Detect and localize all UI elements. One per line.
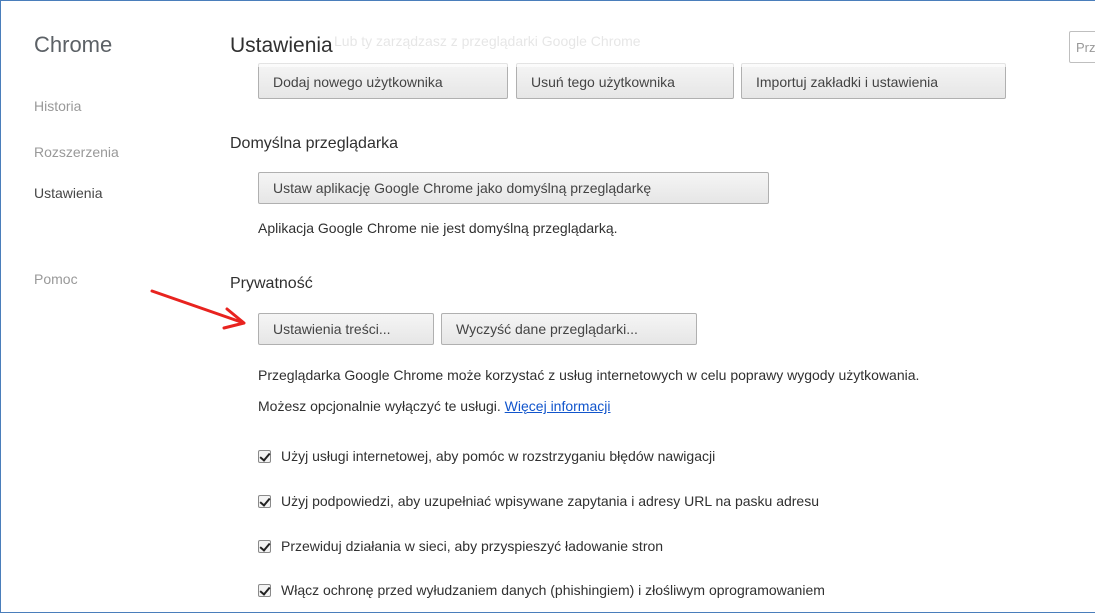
checkbox-row-suggestions[interactable]: Użyj podpowiedzi, aby uzupełniać wpisywa… [258, 493, 819, 509]
default-browser-status: Aplikacja Google Chrome nie jest domyśln… [258, 220, 618, 236]
sidebar-item-rozszerzenia[interactable]: Rozszerzenia [34, 144, 119, 160]
search-input[interactable]: Prze [1069, 31, 1095, 63]
checkbox-label: Użyj podpowiedzi, aby uzupełniać wpisywa… [281, 493, 820, 509]
checkbox-row-predict-network[interactable]: Przewiduj działania w sieci, aby przyspi… [258, 538, 663, 554]
sidebar-item-historia[interactable]: Historia [34, 98, 81, 114]
checkbox-suggestions[interactable] [258, 495, 271, 508]
privacy-description-line1: Przeglądarka Google Chrome może korzysta… [258, 367, 920, 383]
checkbox-row-navigation-errors[interactable]: Użyj usługi internetowej, aby pomóc w ro… [258, 448, 715, 464]
checkbox-label: Użyj usługi internetowej, aby pomóc w ro… [281, 448, 716, 464]
checkbox-predict-network[interactable] [258, 540, 271, 553]
section-default-browser-heading: Domyślna przeglądarka [230, 135, 399, 152]
checkbox-navigation-errors[interactable] [258, 450, 271, 463]
header-ghost-text: Lub ty zarządzasz z przeglądarki Google … [334, 33, 641, 49]
sidebar-brand: Chrome [34, 32, 113, 57]
checkbox-row-phishing-protection[interactable]: Włącz ochronę przed wyłudzaniem danych (… [258, 582, 825, 598]
privacy-description-line2: Możesz opcjonalnie wyłączyć te usługi. W… [258, 398, 610, 414]
set-default-browser-button[interactable]: Ustaw aplikację Google Chrome jako domyś… [258, 172, 769, 204]
sidebar-item-ustawienia[interactable]: Ustawienia [34, 185, 102, 201]
red-arrow-icon [150, 289, 246, 330]
remove-user-button[interactable]: Usuń tego użytkownika [516, 63, 734, 99]
window-frame: Chrome Historia Rozszerzenia Ustawienia … [0, 0, 1095, 613]
checkbox-label: Włącz ochronę przed wyłudzaniem danych (… [281, 582, 825, 598]
privacy-description-text: Możesz opcjonalnie wyłączyć te usługi. [258, 398, 501, 414]
page-title: Ustawienia [230, 34, 333, 57]
checkbox-label: Przewiduj działania w sieci, aby przyspi… [281, 538, 664, 554]
sidebar-item-pomoc[interactable]: Pomoc [34, 271, 78, 287]
content-settings-button[interactable]: Ustawienia treści... [258, 313, 434, 345]
clear-browsing-data-button[interactable]: Wyczyść dane przeglądarki... [441, 313, 697, 345]
more-info-link[interactable]: Więcej informacji [505, 398, 611, 414]
checkbox-phishing-protection[interactable] [258, 584, 271, 597]
add-user-button[interactable]: Dodaj nowego użytkownika [258, 63, 508, 99]
import-bookmarks-button[interactable]: Importuj zakładki i ustawienia [741, 63, 1006, 99]
